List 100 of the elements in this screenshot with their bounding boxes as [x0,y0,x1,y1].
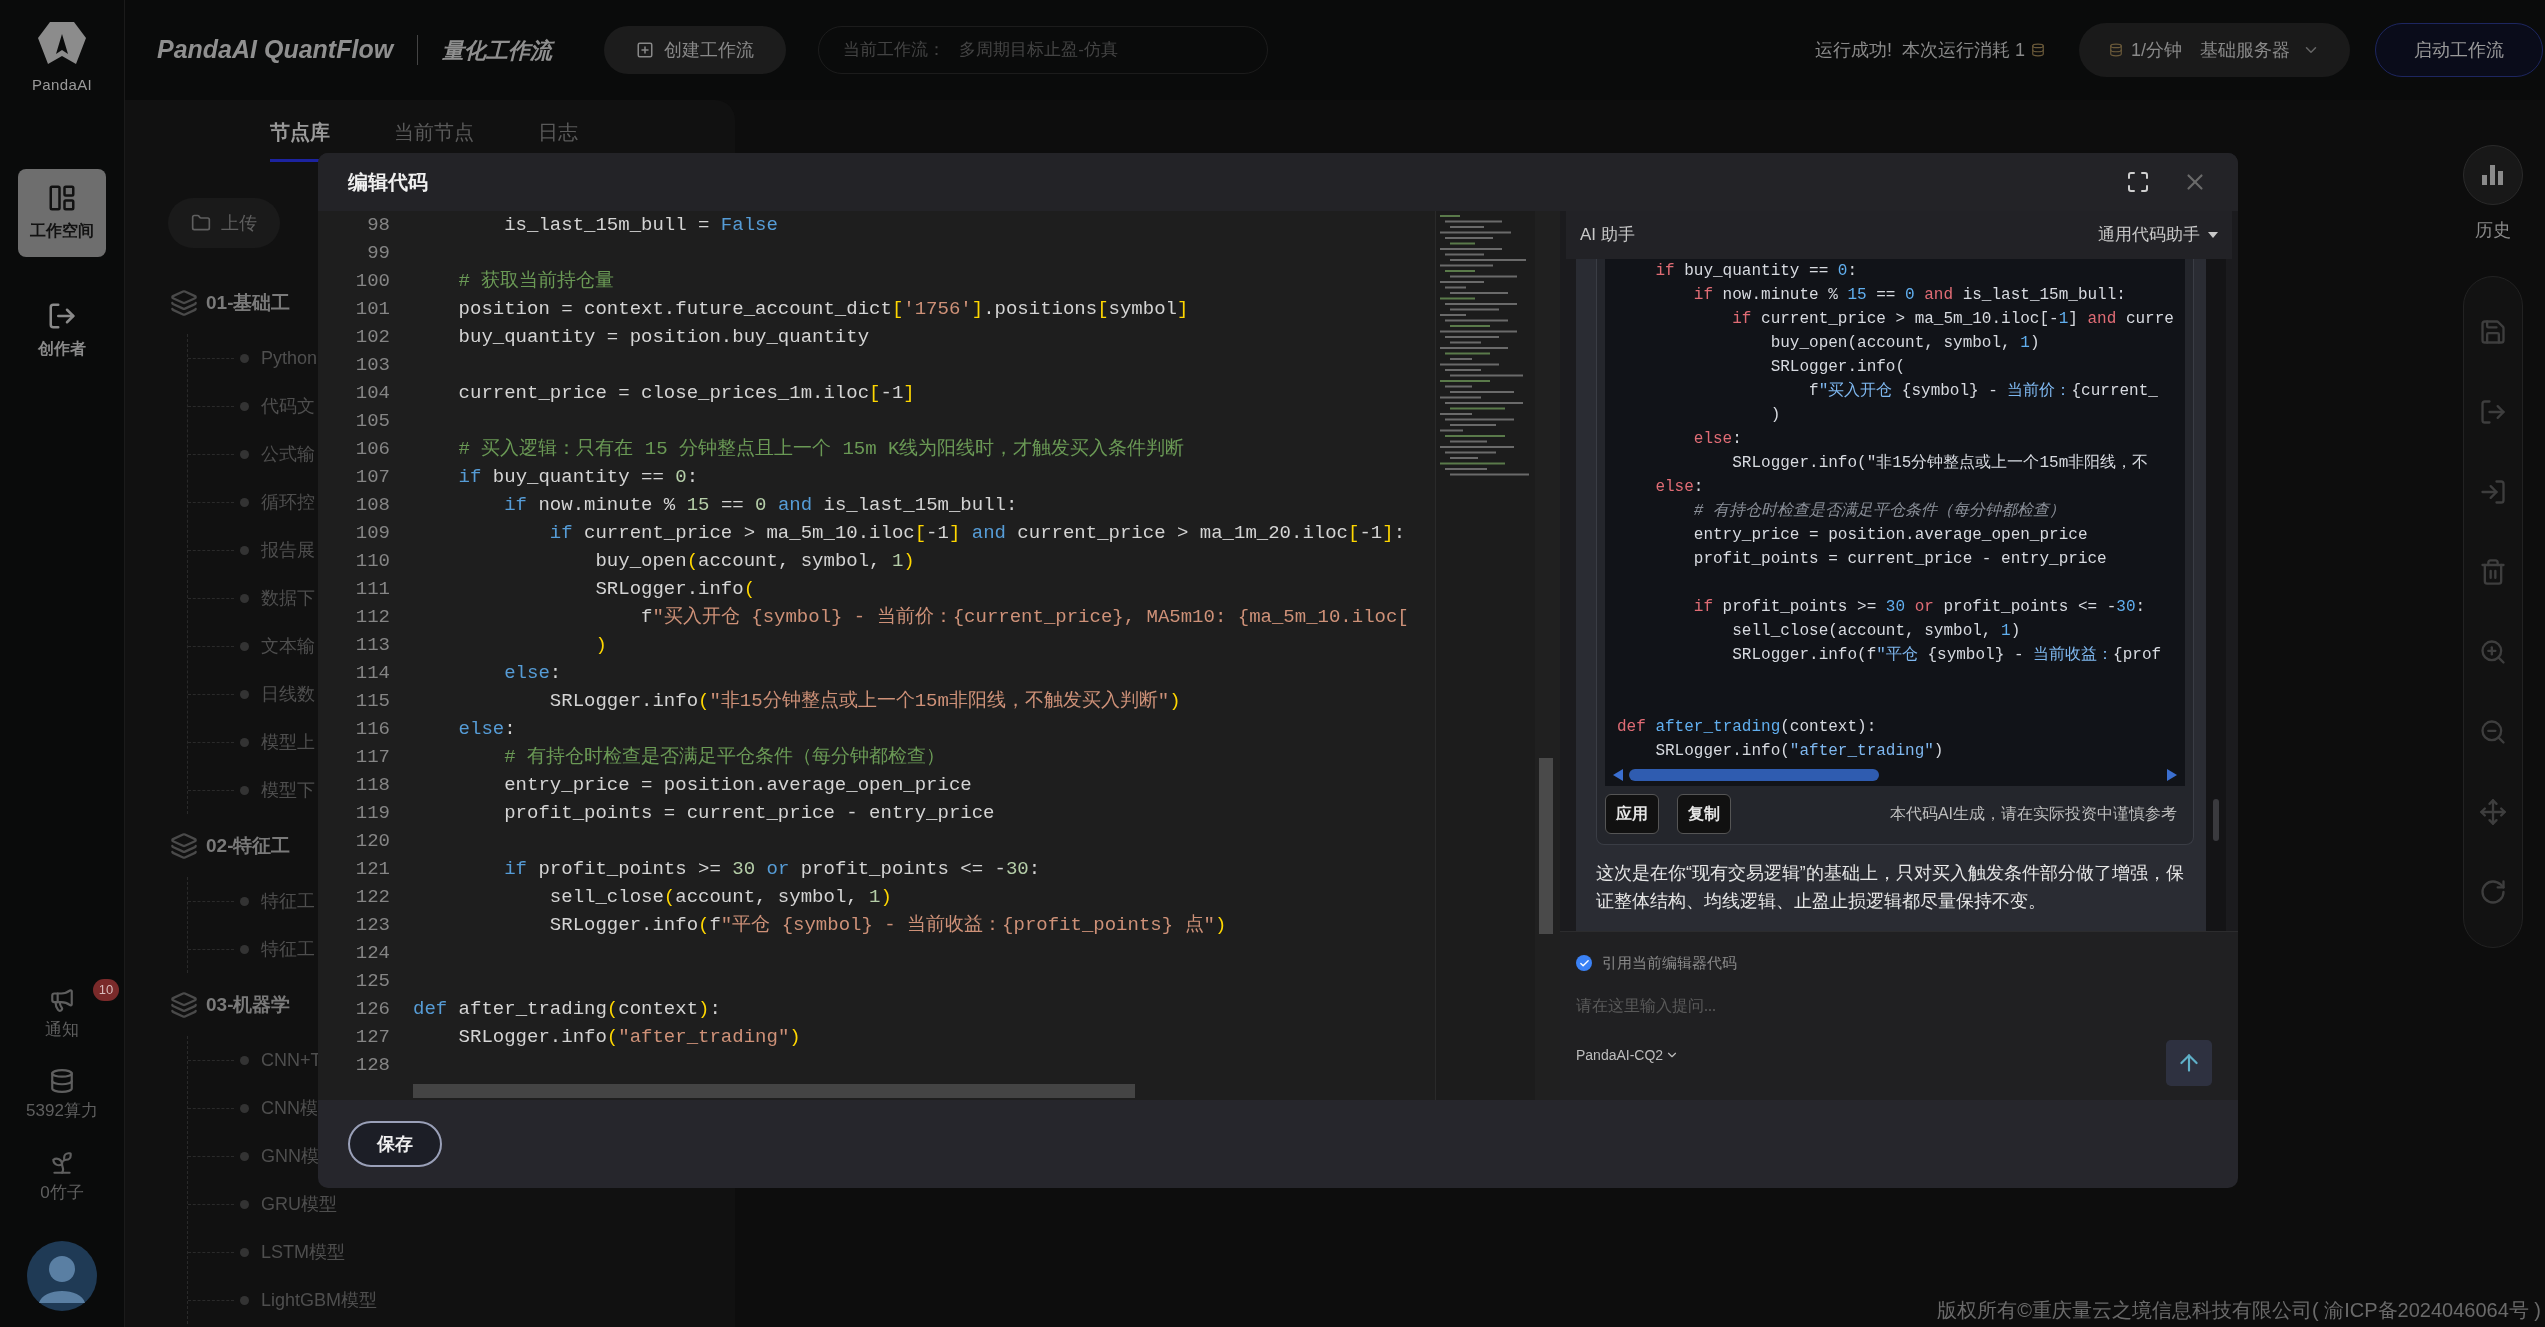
code-line: SRLogger.info( [1769,357,1907,378]
line-number: 101 [354,297,390,322]
line-number: 126 [354,997,390,1022]
sidebar-item[interactable]: 0竹子 [40,1149,84,1205]
node-item[interactable]: CNN+T [261,1046,322,1074]
code-line: entry_price = position.average_open_price [503,773,972,798]
scroll-left-icon[interactable] [1613,768,1623,781]
node-item[interactable]: 循环控 [261,488,315,516]
node-item[interactable]: GNN模 [261,1142,319,1170]
node-item[interactable]: 特征工 [261,887,315,915]
line-number: 110 [354,549,390,574]
code-line: # 买入逻辑：只有在 15 分钟整点且上一个 15m K线为阳线时，才触发买入条件判断 [457,437,1185,462]
code-line: SRLogger.info("非15分钟整点或上一个15m非阳线，不触发买入判断") [548,689,1181,714]
line-number: 128 [354,1053,390,1078]
sidebar-item[interactable]: 创作者 [18,286,106,375]
node-item[interactable]: 代码文 [261,392,315,420]
code-line: else: [1654,477,1705,498]
code-line: else: [1692,429,1743,450]
upload-button[interactable]: 上传 [168,198,280,248]
sidebar-item[interactable]: 工作空间 [18,168,106,257]
quote-code-checkbox[interactable] [1576,955,1592,972]
copy-button[interactable]: 复制 [1677,794,1731,834]
server-select[interactable]: 1/分钟 基础服务器 [2079,23,2350,77]
code-line: buy_open(account, symbol, 1) [1769,333,2041,354]
code-line: profit_points = current_price - entry_price [503,801,995,826]
group-title[interactable]: 02-特征工 [206,831,291,861]
folder-icon [191,213,211,233]
megaphone-icon [49,986,75,1013]
avatar[interactable] [27,1241,97,1311]
node-item[interactable]: 模型下 [261,776,315,804]
code-line: else: [503,661,562,686]
line-number: 127 [354,1025,390,1050]
trash-icon[interactable] [2478,558,2507,586]
node-item[interactable]: 模型上 [261,728,315,756]
run-status: 运行成功! 本次运行消耗 1 [1814,38,2025,62]
line-number: 112 [354,605,390,630]
move-icon[interactable] [2478,798,2507,826]
notification-badge: 10 [93,978,119,1001]
save-icon[interactable] [2478,318,2507,346]
app-title: PandaAI QuantFlow [157,34,394,66]
horizontal-scrollbar[interactable] [1629,768,1879,781]
code-line: buy_open(account, symbol, 1) [594,549,915,574]
app-subtitle: 量化工作流 [442,36,553,65]
zoom-in-icon[interactable] [2478,638,2507,666]
node-item[interactable]: GRU模型 [261,1190,337,1218]
layers-icon [170,832,198,860]
check-icon [1578,957,1590,969]
layers-icon [170,991,198,1019]
line-number: 117 [354,745,390,770]
node-item[interactable]: 报告展 [261,536,315,564]
line-number: 108 [354,493,390,518]
node-item[interactable]: LSTM模型 [261,1238,345,1266]
horizontal-scrollbar[interactable] [413,1084,1135,1098]
line-number: 111 [354,577,390,602]
zoom-out-icon[interactable] [2478,718,2507,746]
node-item[interactable]: 公式输 [261,440,315,468]
group-title[interactable]: 01-基础工 [206,288,291,318]
line-number: 120 [354,829,390,854]
code-line: # 有持仓时检查是否满足平仓条件（每分钟都检查） [1692,501,2066,522]
code-line: if profit_points >= 30 or profit_points <= -30: [503,857,1041,882]
create-workflow-button[interactable]: 创建工作流 [604,26,787,74]
code-line: f"买入开仓 {symbol} - 当前价：{current_price}, MA5m10: {ma_5m_10.iloc[ [640,605,1409,630]
start-workflow-button[interactable]: 启动工作流 [2375,23,2543,77]
history-label: 历史 [2474,219,2511,242]
line-number: 104 [354,381,390,406]
node-item[interactable]: 文本输 [261,632,315,660]
code-line: buy_quantity = position.buy_quantity [457,325,870,350]
code-line: SRLogger.info( [594,577,756,602]
node-item[interactable]: Python [261,344,318,372]
vertical-scrollbar[interactable] [2213,799,2219,841]
node-item[interactable]: 数据下 [261,584,315,612]
code-line: profit_points = current_price - entry_price [1692,549,2108,570]
export-icon[interactable] [2478,398,2507,426]
import-icon[interactable] [2478,478,2507,506]
node-item[interactable]: CNN模 [261,1094,318,1122]
node-item[interactable]: 日线数 [261,680,315,708]
coin-icon [2031,43,2045,57]
node-item[interactable]: LightGBM模型 [261,1286,378,1314]
code-line: SRLogger.info("after_trading") [1654,741,1945,762]
model-select[interactable]: PandaAI-CQ2 [1576,1044,1680,1066]
code-line: if buy_quantity == 0: [457,465,699,490]
line-number: 102 [354,325,390,350]
fullscreen-icon[interactable] [2126,170,2150,194]
vertical-scrollbar[interactable] [1539,758,1553,934]
line-number: 109 [354,521,390,546]
code-line: # 获取当前持仓量 [457,269,615,294]
assistant-mode-select[interactable]: 通用代码助手 [2098,222,2218,248]
node-item[interactable]: 特征工 [261,935,315,963]
question-input[interactable]: 请在这里输入提问... [1576,988,2222,1023]
refresh-icon[interactable] [2478,878,2507,906]
scroll-right-icon[interactable] [2167,768,2177,781]
code-line: else: [457,717,516,742]
save-button[interactable]: 保存 [348,1121,442,1167]
layers-icon [170,289,198,317]
caret-icon [2208,232,2218,238]
sprout-icon [49,1149,75,1176]
send-button[interactable] [2166,1040,2212,1086]
group-title[interactable]: 03-机器学 [206,990,291,1020]
sidebar-item[interactable]: 5392算力 [26,1068,98,1124]
apply-button[interactable]: 应用 [1605,794,1659,834]
